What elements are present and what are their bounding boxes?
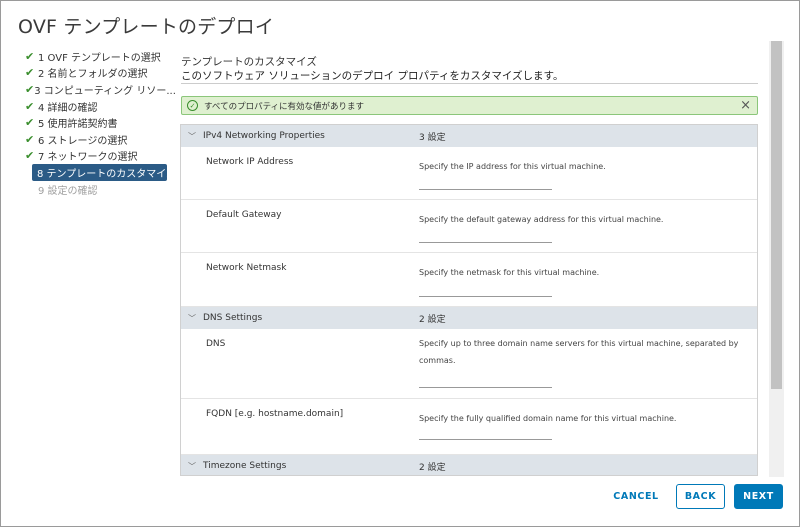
step-4[interactable]: ✔ 4 詳細の確認: [25, 98, 170, 115]
check-icon: ✔: [25, 116, 35, 130]
property-description: Specify the default gateway address for …: [419, 215, 664, 224]
scrollbar[interactable]: [769, 41, 784, 477]
check-icon: ✔: [25, 149, 35, 163]
success-alert: ✓ すべてのプロパティに有効な値があります ×: [181, 96, 758, 115]
property-description: Specify up to three domain name servers …: [419, 339, 739, 365]
group-count: 2 設定: [419, 462, 446, 473]
group-name: IPv4 Networking Properties: [203, 131, 325, 141]
property-row: DNS Specify up to three domain name serv…: [181, 329, 757, 399]
property-name: FQDN [e.g. hostname.domain]: [206, 409, 344, 419]
step-label: 1 OVF テンプレートの選択: [38, 52, 161, 64]
step-1[interactable]: ✔ 1 OVF テンプレートの選択: [25, 48, 170, 65]
next-button[interactable]: NEXT: [734, 484, 783, 509]
property-row: FQDN [e.g. hostname.domain] Specify the …: [181, 399, 757, 455]
close-icon[interactable]: ×: [740, 98, 751, 113]
group-header-timezone[interactable]: ﹀ Timezone Settings 2 設定: [181, 455, 757, 475]
property-description: Specify the fully qualified domain name …: [419, 414, 677, 423]
check-icon: ✔: [25, 82, 35, 96]
check-icon: ✔: [25, 132, 35, 146]
property-row: Default Gateway Specify the default gate…: [181, 200, 757, 253]
step-3[interactable]: ✔ 3 コンピューティング リソー...: [25, 81, 176, 98]
group-count: 2 設定: [419, 314, 446, 325]
check-icon: ✔: [25, 49, 35, 63]
chevron-down-icon: ﹀: [188, 131, 196, 141]
back-button[interactable]: BACK: [676, 484, 725, 509]
wizard-steps: ✔ 1 OVF テンプレートの選択 ✔ 2 名前とフォルダの選択 ✔ 3 コンピューテ…: [25, 48, 176, 198]
property-row: Network IP Address Specify the IP addres…: [181, 147, 757, 200]
step-label: 8 テンプレートのカスタマイズ: [37, 168, 176, 180]
step-7[interactable]: ✔ 7 ネットワークの選択: [25, 148, 170, 165]
group-header-ipv4[interactable]: ﹀ IPv4 Networking Properties 3 設定: [181, 125, 757, 147]
check-icon: ✔: [25, 66, 35, 80]
group-count: 3 設定: [419, 132, 446, 143]
step-label: 6 ストレージの選択: [38, 135, 128, 147]
page-subtitle: このソフトウェア ソリューションのデプロイ プロパティをカスタマイズします。: [181, 70, 564, 82]
property-name: DNS: [206, 339, 226, 349]
property-description: Specify the IP address for this virtual …: [419, 162, 606, 171]
step-5[interactable]: ✔ 5 使用許諾契約書: [25, 114, 170, 131]
netmask-input[interactable]: [419, 283, 552, 297]
page-title: テンプレートのカスタマイズ: [181, 56, 317, 68]
property-name: Default Gateway: [206, 210, 282, 220]
scrollbar-thumb[interactable]: [771, 41, 782, 389]
properties-panel: ﹀ IPv4 Networking Properties 3 設定 Networ…: [180, 124, 758, 476]
check-icon: ✔: [25, 99, 35, 113]
ip-address-input[interactable]: [419, 176, 552, 190]
cancel-button[interactable]: CANCEL: [606, 484, 666, 509]
step-6[interactable]: ✔ 6 ストレージの選択: [25, 131, 170, 148]
step-9: 9 設定の確認: [25, 181, 170, 198]
property-name: Network Netmask: [206, 263, 287, 273]
fqdn-input[interactable]: [419, 426, 552, 440]
step-label: 4 詳細の確認: [38, 102, 98, 114]
check-circle-icon: ✓: [187, 100, 198, 111]
dialog-title: OVF テンプレートのデプロイ: [18, 16, 275, 38]
step-label: 9 設定の確認: [38, 185, 98, 197]
gateway-input[interactable]: [419, 229, 552, 243]
step-8-active[interactable]: 8 テンプレートのカスタマイズ: [32, 164, 176, 181]
group-name: DNS Settings: [203, 313, 263, 323]
group-header-dns[interactable]: ﹀ DNS Settings 2 設定: [181, 307, 757, 329]
alert-text: すべてのプロパティに有効な値があります: [204, 101, 365, 112]
group-name: Timezone Settings: [203, 461, 287, 471]
step-label: 2 名前とフォルダの選択: [38, 69, 148, 81]
step-label: 3 コンピューティング リソー...: [34, 85, 176, 97]
dns-input[interactable]: [419, 374, 552, 388]
property-description: Specify the netmask for this virtual mac…: [419, 268, 600, 277]
deploy-ovf-dialog: OVF テンプレートのデプロイ ✔ 1 OVF テンプレートの選択 ✔ 2 名前とフ…: [0, 0, 800, 527]
chevron-down-icon: ﹀: [188, 313, 196, 323]
property-row: Network Netmask Specify the netmask for …: [181, 253, 757, 307]
step-label: 7 ネットワークの選択: [38, 152, 138, 164]
divider: [181, 83, 758, 84]
property-name: Network IP Address: [206, 157, 294, 167]
step-label: 5 使用許諾契約書: [38, 119, 118, 131]
chevron-down-icon: ﹀: [188, 461, 196, 471]
step-2[interactable]: ✔ 2 名前とフォルダの選択: [25, 65, 170, 82]
